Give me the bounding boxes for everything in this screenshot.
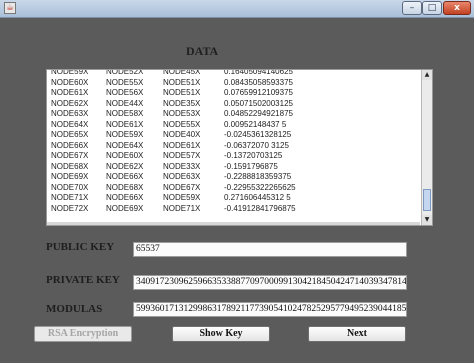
list-item[interactable]: NODE64X NODE61X NODE55X 0.00952148437 5: [47, 120, 420, 131]
minimize-button[interactable]: –: [402, 1, 422, 15]
list-cell: -0.0245361328125: [224, 130, 292, 139]
list-cell: NODE71X: [163, 203, 201, 213]
list-item[interactable]: NODE70X NODE68X NODE67X -0.22955322265625: [47, 183, 420, 194]
list-cell: NODE62X: [106, 161, 144, 171]
scroll-down-icon[interactable]: ▼: [422, 215, 432, 225]
list-item[interactable]: NODE62X NODE44X NODE35X 0.05071502003125: [47, 99, 420, 110]
list-cell: NODE61X: [163, 140, 201, 150]
list-cell: NODE63X: [163, 172, 201, 181]
list-cell: NODE66X: [106, 172, 144, 181]
list-cell: NODE69X: [51, 172, 89, 181]
list-item[interactable]: NODE71X NODE66X NODE59X 0.271606445312 5: [47, 193, 420, 204]
list-cell: NODE45X: [163, 69, 201, 76]
rsa-encryption-button[interactable]: RSA Encryption: [34, 326, 132, 342]
list-cell: NODE69X: [106, 203, 144, 213]
list-item[interactable]: NODE59X NODE52X NODE45X 0.16405094140625: [47, 69, 420, 78]
list-cell: NODE55X: [163, 119, 201, 129]
list-cell: NODE72X: [51, 203, 89, 213]
list-cell: NODE33X: [163, 161, 201, 171]
list-item[interactable]: NODE61X NODE56X NODE51X 0.07659912109375: [47, 88, 420, 99]
list-item[interactable]: NODE66X NODE64X NODE61X -0.06372070 3125: [47, 141, 420, 152]
public-key-field[interactable]: 65537: [133, 242, 407, 257]
list-cell: NODE53X: [163, 109, 201, 118]
list-cell: NODE40X: [163, 130, 201, 139]
data-list[interactable]: NODE59X NODE52X NODE45X 0.16405094140625 NOD…: [46, 69, 433, 226]
list-cell: NODE66X: [106, 193, 144, 202]
list-cell: NODE59X: [163, 193, 201, 202]
list-cell: NODE67X: [51, 151, 89, 160]
list-item[interactable]: NODE60X NODE55X NODE51X 0.08435058593375: [47, 78, 420, 89]
list-cell: 0.05071502003125: [224, 98, 293, 108]
list-cell: NODE51X: [163, 88, 201, 97]
list-cell: NODE70X: [51, 182, 89, 192]
list-cell: -0.2288818359375: [224, 172, 292, 181]
list-cell: -0.06372070 3125: [224, 140, 289, 150]
list-cell: NODE65X: [51, 130, 89, 139]
list-cell: NODE57X: [163, 151, 201, 160]
list-cell: -0.41912841796875: [224, 203, 296, 213]
list-cell: NODE55X: [106, 77, 144, 87]
scroll-thumb[interactable]: [423, 189, 431, 211]
vertical-scrollbar[interactable]: ▲ ▼: [421, 70, 432, 225]
list-cell: NODE71X: [51, 193, 89, 202]
list-cell: NODE52X: [106, 69, 144, 76]
list-cell: NODE61X: [106, 119, 144, 129]
list-cell: NODE68X: [51, 161, 89, 171]
list-item[interactable]: NODE63X NODE58X NODE53X 0.04852294921875: [47, 109, 420, 120]
page-title: DATA: [186, 44, 219, 58]
list-cell: 0.16405094140625: [224, 69, 293, 76]
modulas-label: MODULAS: [46, 303, 103, 315]
list-cell: NODE59X: [106, 130, 144, 139]
list-cell: NODE62X: [51, 98, 89, 108]
modulas-field[interactable]: 5993601713129986317892117739054102478252…: [133, 302, 407, 317]
list-item[interactable]: NODE65X NODE59X NODE40X -0.0245361328125: [47, 130, 420, 141]
list-cell: -0.1591796875: [224, 161, 278, 171]
list-cell: NODE67X: [163, 182, 201, 192]
close-button[interactable]: x: [443, 1, 471, 15]
list-cell: NODE61X: [51, 88, 89, 97]
list-cell: 0.00952148437 5: [224, 119, 287, 129]
list-cell: NODE56X: [106, 88, 144, 97]
list-cell: NODE60X: [106, 151, 144, 160]
private-key-field[interactable]: 3409172309625966353388770970009913042184…: [133, 275, 407, 290]
list-cell: NODE66X: [51, 140, 89, 150]
list-cell: NODE51X: [163, 77, 201, 87]
list-cell: 0.271606445312 5: [224, 193, 291, 202]
list-cell: NODE64X: [51, 119, 89, 129]
list-cell: -0.13720703125: [224, 151, 283, 160]
list-cell: 0.08435058593375: [224, 77, 293, 87]
data-rows: NODE59X NODE52X NODE45X 0.16405094140625 NOD…: [47, 69, 420, 215]
private-key-label: PRIVATE KEY: [46, 274, 120, 286]
show-key-button[interactable]: Show Key: [172, 326, 270, 342]
scroll-up-icon[interactable]: ▲: [422, 70, 432, 80]
title-bar: ☕ – □ x: [0, 0, 474, 18]
public-key-label: PUBLIC KEY: [46, 241, 115, 253]
list-cell: -0.22955322265625: [224, 182, 296, 192]
list-item[interactable]: NODE68X NODE62X NODE33X -0.1591796875: [47, 162, 420, 173]
list-cell: NODE64X: [106, 140, 144, 150]
list-item[interactable]: NODE67X NODE60X NODE57X -0.13720703125: [47, 151, 420, 162]
java-icon: ☕: [4, 2, 16, 14]
list-cell: NODE35X: [163, 98, 201, 108]
horizontal-scrollbar[interactable]: [47, 222, 420, 225]
list-cell: NODE60X: [51, 77, 89, 87]
list-cell: 0.04852294921875: [224, 109, 293, 118]
list-cell: NODE68X: [106, 182, 144, 192]
next-button[interactable]: Next: [308, 326, 406, 342]
list-cell: 0.07659912109375: [224, 88, 293, 97]
list-cell: NODE59X: [51, 69, 89, 76]
list-item[interactable]: NODE69X NODE66X NODE63X -0.2288818359375: [47, 172, 420, 183]
list-cell: NODE58X: [106, 109, 144, 118]
maximize-button[interactable]: □: [422, 1, 442, 15]
list-cell: NODE44X: [106, 98, 144, 108]
list-item[interactable]: NODE72X NODE69X NODE71X -0.41912841796875: [47, 204, 420, 215]
list-cell: NODE63X: [51, 109, 89, 118]
